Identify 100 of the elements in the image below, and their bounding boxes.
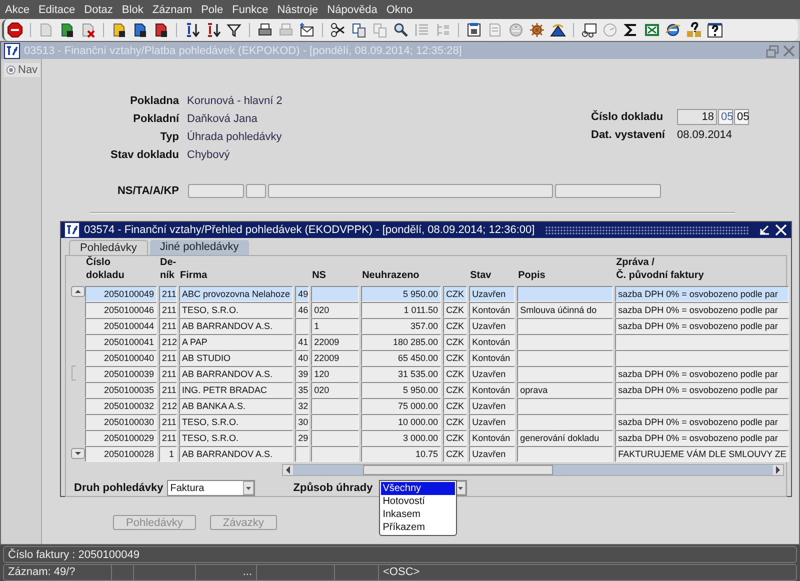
table-cell[interactable]: 2050100032 bbox=[85, 398, 157, 414]
table-cell[interactable]: 180 285.00 bbox=[361, 334, 442, 350]
search-icon[interactable] bbox=[393, 22, 409, 38]
minimize-icon[interactable] bbox=[757, 223, 771, 237]
table-cell[interactable] bbox=[615, 334, 790, 350]
sum-icon[interactable] bbox=[623, 22, 639, 38]
table-cell[interactable]: 3 000.00 bbox=[361, 430, 442, 446]
table-cell[interactable]: 31 535.00 bbox=[361, 366, 442, 382]
table-cell[interactable]: TESO, S.R.O. bbox=[179, 302, 294, 318]
table-cell[interactable]: CZK bbox=[443, 334, 468, 350]
table-cell[interactable] bbox=[311, 430, 360, 446]
table-cell[interactable]: CZK bbox=[443, 382, 468, 398]
stop-sign-icon[interactable] bbox=[7, 22, 23, 38]
nav-button[interactable]: Nav bbox=[4, 63, 40, 77]
table-cell[interactable]: Uzavřen bbox=[469, 366, 516, 382]
table-cell[interactable] bbox=[517, 446, 614, 462]
table-cell[interactable]: 5 950.00 bbox=[361, 382, 442, 398]
copy-icon[interactable] bbox=[351, 22, 367, 38]
dropdown-option[interactable]: Hotovostí bbox=[380, 495, 455, 508]
table-cell[interactable]: 211 bbox=[159, 350, 177, 366]
table-cell[interactable]: 65 450.00 bbox=[361, 350, 442, 366]
table-cell[interactable]: 10.75 bbox=[361, 446, 442, 462]
wheel-icon[interactable] bbox=[529, 22, 545, 38]
scroll-up-icon[interactable] bbox=[71, 286, 85, 297]
table-cell[interactable]: Uzavřen bbox=[469, 414, 516, 430]
table-cell[interactable]: 2050100040 bbox=[85, 350, 157, 366]
dropdown-option[interactable]: Inkasem bbox=[380, 508, 455, 521]
table-cell[interactable]: 39 bbox=[295, 366, 310, 382]
table-cell[interactable]: 211 bbox=[159, 318, 177, 334]
table-cell[interactable]: 2050100030 bbox=[85, 414, 157, 430]
table-cell[interactable]: 40 bbox=[295, 350, 310, 366]
table-cell[interactable]: CZK bbox=[443, 366, 468, 382]
input-field[interactable]: 05 bbox=[734, 109, 749, 125]
table-cell[interactable]: 2050100049 bbox=[85, 286, 157, 302]
menu-item[interactable]: Editace bbox=[38, 4, 76, 16]
table-cell[interactable]: 211 bbox=[159, 382, 177, 398]
table-cell[interactable] bbox=[517, 366, 614, 382]
envelope-icon[interactable] bbox=[299, 22, 315, 38]
table-cell[interactable]: 46 bbox=[295, 302, 310, 318]
printer-icon[interactable] bbox=[257, 22, 273, 38]
dropdown-option[interactable]: Všechny bbox=[380, 482, 455, 495]
table-cell[interactable] bbox=[295, 318, 310, 334]
table-cell[interactable]: TESO, S.R.O. bbox=[179, 430, 294, 446]
help-icon[interactable] bbox=[707, 22, 723, 38]
tree-list-icon[interactable] bbox=[435, 22, 451, 38]
table-cell[interactable]: AB BARRANDOV A.S. bbox=[179, 366, 294, 382]
table-cell[interactable]: CZK bbox=[443, 350, 468, 366]
table-cell[interactable]: 211 bbox=[159, 302, 177, 318]
table-cell[interactable]: 020 bbox=[311, 382, 360, 398]
table-cell[interactable]: 2050100044 bbox=[85, 318, 157, 334]
form-icon[interactable] bbox=[466, 22, 482, 38]
table-cell[interactable]: CZK bbox=[443, 398, 468, 414]
document-icon[interactable] bbox=[153, 22, 169, 38]
table-cell[interactable]: TESO, S.R.O. bbox=[179, 414, 294, 430]
table-cell[interactable]: Uzavřen bbox=[469, 398, 516, 414]
table-cell[interactable]: 212 bbox=[159, 398, 177, 414]
menu-item[interactable]: Nástroje bbox=[277, 4, 318, 16]
table-cell[interactable] bbox=[295, 446, 310, 462]
list-icon[interactable] bbox=[414, 22, 430, 38]
horizontal-scrollbar[interactable] bbox=[282, 464, 784, 476]
table-cell[interactable]: generování dokladu bbox=[517, 430, 614, 446]
table-cell[interactable] bbox=[311, 286, 360, 302]
table-cell[interactable]: CZK bbox=[443, 414, 468, 430]
table-cell[interactable]: 5 950.00 bbox=[361, 286, 442, 302]
table-cell[interactable]: 32 bbox=[295, 398, 310, 414]
menu-item[interactable]: Dotaz bbox=[84, 4, 113, 16]
table-cell[interactable]: ING. PETR BRADAC bbox=[179, 382, 294, 398]
table-cell[interactable]: sazba DPH 0% = osvobozeno podle par bbox=[615, 414, 790, 430]
table-cell[interactable]: CZK bbox=[443, 302, 468, 318]
scroll-thumb[interactable] bbox=[363, 465, 553, 475]
table-cell[interactable]: 120 bbox=[311, 366, 360, 382]
table-cell[interactable]: 75 000.00 bbox=[361, 398, 442, 414]
table-cell[interactable] bbox=[311, 446, 360, 462]
table-cell[interactable] bbox=[517, 334, 614, 350]
table-cell[interactable] bbox=[517, 398, 614, 414]
table-cell[interactable] bbox=[517, 318, 614, 334]
table-cell[interactable]: sazba DPH 0% = osvobozeno podle par bbox=[615, 318, 790, 334]
filter-icon[interactable] bbox=[226, 22, 242, 38]
table-cell[interactable] bbox=[615, 398, 790, 414]
sort-descending-icon[interactable] bbox=[205, 22, 221, 38]
table-cell[interactable]: 41 bbox=[295, 334, 310, 350]
spreadsheet-icon[interactable] bbox=[644, 22, 660, 38]
scroll-marker-icon[interactable] bbox=[71, 364, 77, 380]
table-cell[interactable] bbox=[517, 414, 614, 430]
table-cell[interactable]: 35 bbox=[295, 382, 310, 398]
table-cell[interactable]: 29 bbox=[295, 430, 310, 446]
table-cell[interactable]: sazba DPH 0% = osvobozeno podle par bbox=[615, 302, 790, 318]
table-cell[interactable]: sazba DPH 0% = osvobozeno podle par bbox=[615, 286, 790, 302]
table-cell[interactable]: CZK bbox=[443, 286, 468, 302]
menu-item[interactable]: Akce bbox=[5, 4, 30, 16]
dropdown-option[interactable]: Příkazem bbox=[380, 521, 455, 534]
table-cell[interactable]: Kontován bbox=[469, 302, 516, 318]
table-cell[interactable]: Smlouva účinná do bbox=[517, 302, 614, 318]
table-cell[interactable]: AB BANKA A.S. bbox=[179, 398, 294, 414]
table-cell[interactable]: 2050100029 bbox=[85, 430, 157, 446]
menu-item[interactable]: Nápověda bbox=[327, 4, 378, 16]
clock-icon[interactable] bbox=[602, 22, 618, 38]
table-cell[interactable]: Uzavřen bbox=[469, 286, 516, 302]
table-cell[interactable]: 2050100028 bbox=[85, 446, 157, 462]
menu-item[interactable]: Okno bbox=[386, 4, 413, 16]
